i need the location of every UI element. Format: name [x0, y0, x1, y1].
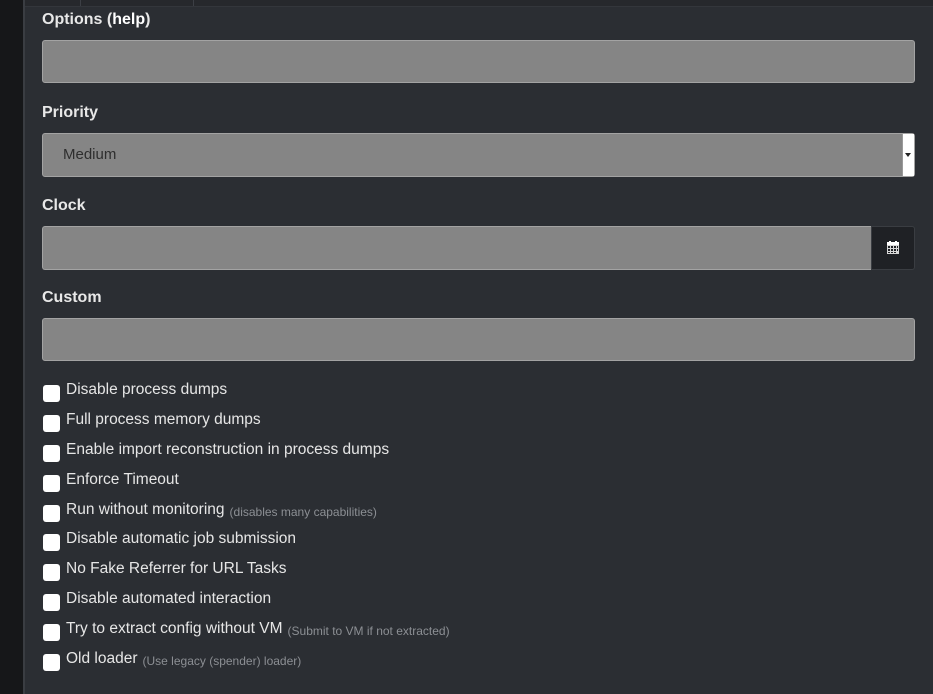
calendar-icon — [887, 241, 899, 254]
checkbox-hint: (Submit to VM if not extracted) — [287, 623, 450, 638]
checkbox-hint: (Use legacy (spender) loader) — [142, 653, 302, 668]
calendar-button[interactable] — [871, 226, 915, 270]
checkbox-row-no-fake-referrer[interactable]: No Fake Referrer for URL Tasks — [43, 559, 287, 581]
checkbox-label: No Fake Referrer for URL Tasks — [66, 560, 287, 577]
checkbox[interactable] — [43, 563, 60, 581]
checkbox-label: Disable automatic job submission — [66, 530, 297, 547]
checkbox-label: Disable automated interaction — [66, 590, 272, 607]
checkbox-row-full-memory-dumps[interactable]: Full process memory dumps — [43, 410, 261, 432]
top-tab-strip — [25, 0, 933, 7]
checkbox[interactable] — [43, 623, 60, 641]
custom-input[interactable] — [42, 318, 915, 361]
checkbox-label: Disable process dumps — [66, 381, 228, 398]
tab-divider — [80, 0, 81, 6]
options-input[interactable] — [42, 40, 915, 83]
tab-divider — [193, 0, 194, 6]
checkbox-label: Full process memory dumps — [66, 411, 261, 428]
checkbox-label: Try to extract config without VM — [66, 620, 283, 637]
checkbox-label: Enable import reconstruction in process … — [66, 441, 390, 458]
checkbox-row-disable-auto-submission[interactable]: Disable automatic job submission — [43, 529, 297, 551]
checkbox[interactable] — [43, 504, 60, 522]
checkbox-row-extract-config[interactable]: Try to extract config without VM (Submit… — [43, 619, 450, 641]
checkbox[interactable] — [43, 533, 60, 551]
checkbox[interactable] — [43, 414, 60, 432]
priority-label: Priority — [42, 104, 99, 121]
options-label-close: ) — [145, 11, 151, 28]
chevron-down-icon — [905, 153, 911, 157]
checkbox-row-enforce-timeout[interactable]: Enforce Timeout — [43, 470, 179, 492]
checkbox-row-disable-process-dumps[interactable]: Disable process dumps — [43, 380, 228, 402]
checkbox[interactable] — [43, 384, 60, 402]
clock-input[interactable] — [42, 226, 871, 270]
checkbox-hint: (disables many capabilities) — [229, 504, 377, 519]
clock-label: Clock — [42, 197, 86, 214]
left-sidebar-rail — [0, 0, 24, 694]
checkbox-label: Run without monitoring — [66, 501, 225, 518]
checkbox-row-disable-automated-interaction[interactable]: Disable automated interaction — [43, 589, 272, 611]
checkbox-label: Old loader — [66, 650, 138, 667]
priority-select[interactable]: Medium — [42, 133, 915, 177]
options-help-link[interactable]: help — [112, 11, 145, 28]
options-label: Options (help) — [42, 11, 150, 29]
checkbox-label: Enforce Timeout — [66, 471, 179, 488]
checkbox[interactable] — [43, 653, 60, 671]
checkbox[interactable] — [43, 474, 60, 492]
checkbox[interactable] — [43, 593, 60, 611]
options-label-text: Options ( — [42, 11, 113, 28]
custom-label: Custom — [42, 289, 102, 306]
select-dropdown-handle[interactable] — [902, 134, 914, 176]
checkbox-row-old-loader[interactable]: Old loader (Use legacy (spender) loader) — [43, 649, 302, 671]
checkbox-row-run-without-monitoring[interactable]: Run without monitoring (disables many ca… — [43, 500, 377, 522]
checkbox[interactable] — [43, 444, 60, 462]
checkbox-row-import-reconstruction[interactable]: Enable import reconstruction in process … — [43, 440, 390, 462]
priority-selected-value: Medium — [63, 146, 117, 163]
